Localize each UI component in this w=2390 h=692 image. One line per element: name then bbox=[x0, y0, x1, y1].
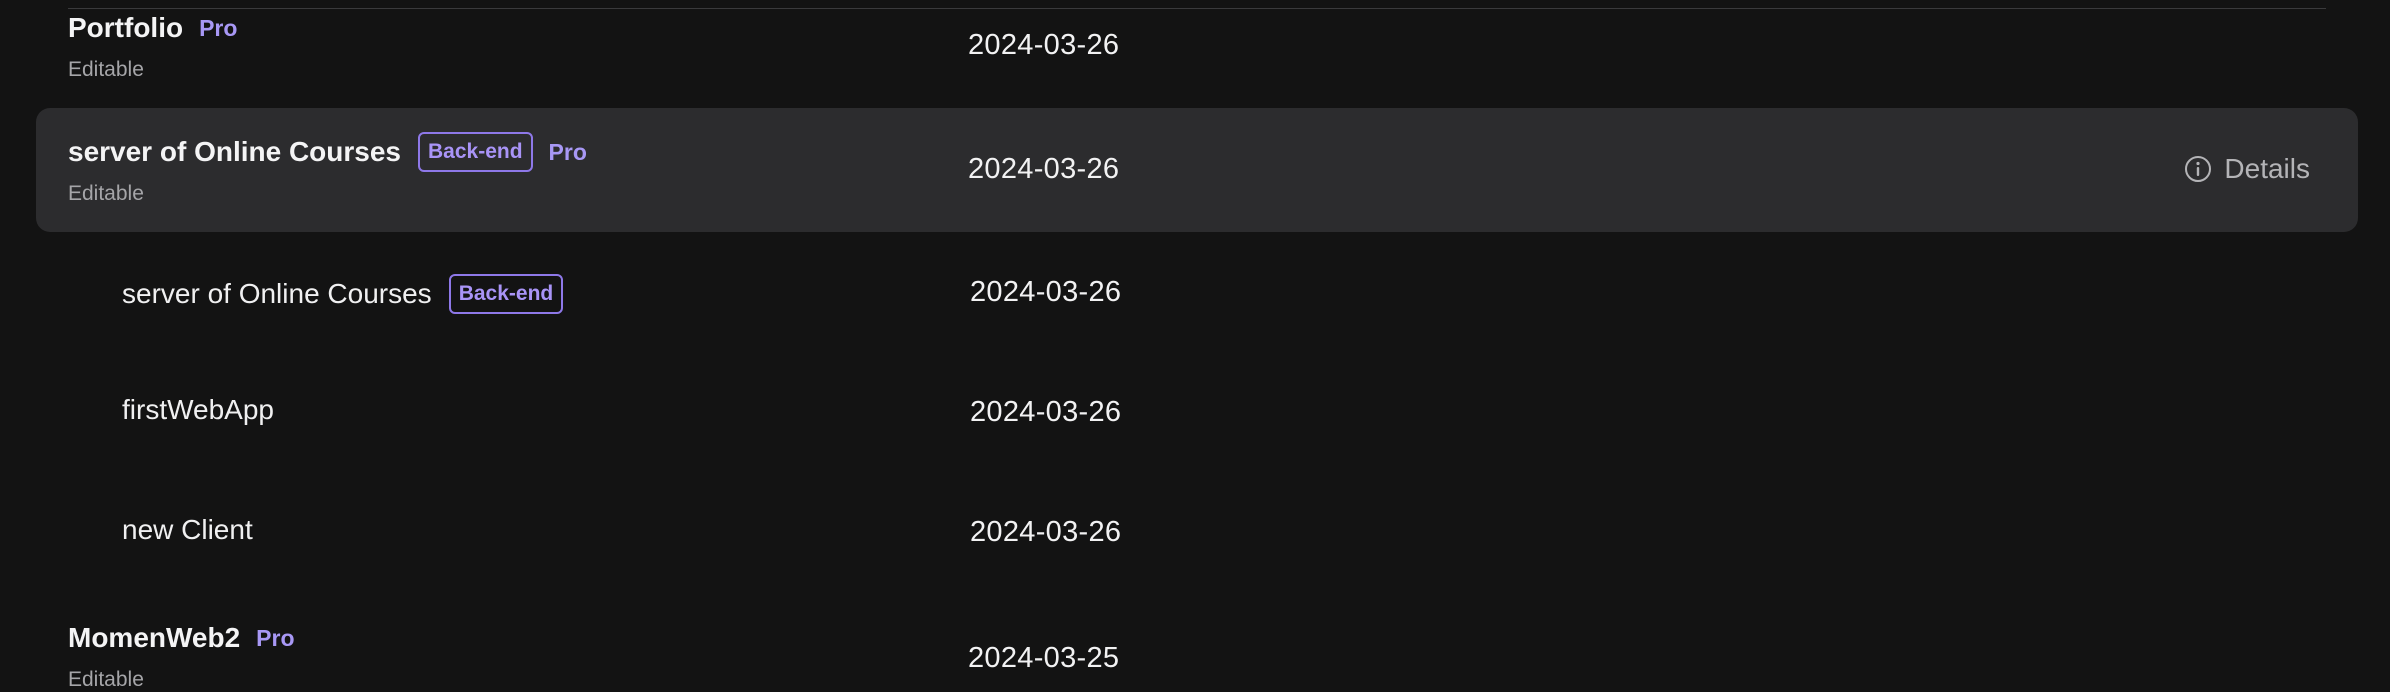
project-title: Portfolio bbox=[68, 12, 184, 43]
info-circle-icon bbox=[2184, 155, 2212, 183]
project-date: 2024-03-25 bbox=[968, 642, 1120, 674]
project-status: Editable bbox=[68, 668, 144, 691]
project-row-portfolio[interactable]: Portfolio Pro Editable 2024-03-26 bbox=[0, 0, 2390, 100]
subproject-date: 2024-03-26 bbox=[970, 516, 1122, 548]
subproject-date: 2024-03-26 bbox=[970, 396, 1122, 428]
pro-badge: Pro bbox=[548, 138, 587, 165]
subproject-title: new Client bbox=[122, 514, 253, 545]
subproject-row-firstwebapp[interactable]: firstWebApp 2024-03-26 bbox=[0, 372, 2390, 456]
project-date: 2024-03-26 bbox=[968, 29, 1120, 61]
project-title: server of Online Courses bbox=[68, 136, 402, 167]
project-date: 2024-03-26 bbox=[968, 153, 1120, 185]
project-row-momenweb2[interactable]: MomenWeb2 Pro Editable 2024-03-25 bbox=[0, 610, 2390, 692]
subproject-title: server of Online Courses bbox=[122, 278, 432, 309]
subproject-date: 2024-03-26 bbox=[970, 276, 1122, 308]
backend-tag: Back-end bbox=[448, 274, 564, 314]
pro-badge: Pro bbox=[256, 624, 295, 651]
backend-tag: Back-end bbox=[418, 132, 533, 172]
project-status: Editable bbox=[68, 182, 144, 205]
pro-badge: Pro bbox=[199, 14, 238, 41]
project-row-server-online-courses[interactable]: server of Online Courses Back-end Pro Ed… bbox=[36, 108, 2358, 232]
project-title: MomenWeb2 bbox=[68, 622, 241, 653]
project-status: Editable bbox=[68, 58, 144, 81]
subproject-row-new-client[interactable]: new Client 2024-03-26 bbox=[0, 492, 2390, 576]
subproject-title: firstWebApp bbox=[122, 394, 274, 425]
subproject-row-server-online-courses[interactable]: server of Online Courses Back-end 2024-0… bbox=[0, 252, 2390, 336]
details-button[interactable]: Details bbox=[2184, 153, 2310, 185]
details-label: Details bbox=[2224, 153, 2310, 184]
